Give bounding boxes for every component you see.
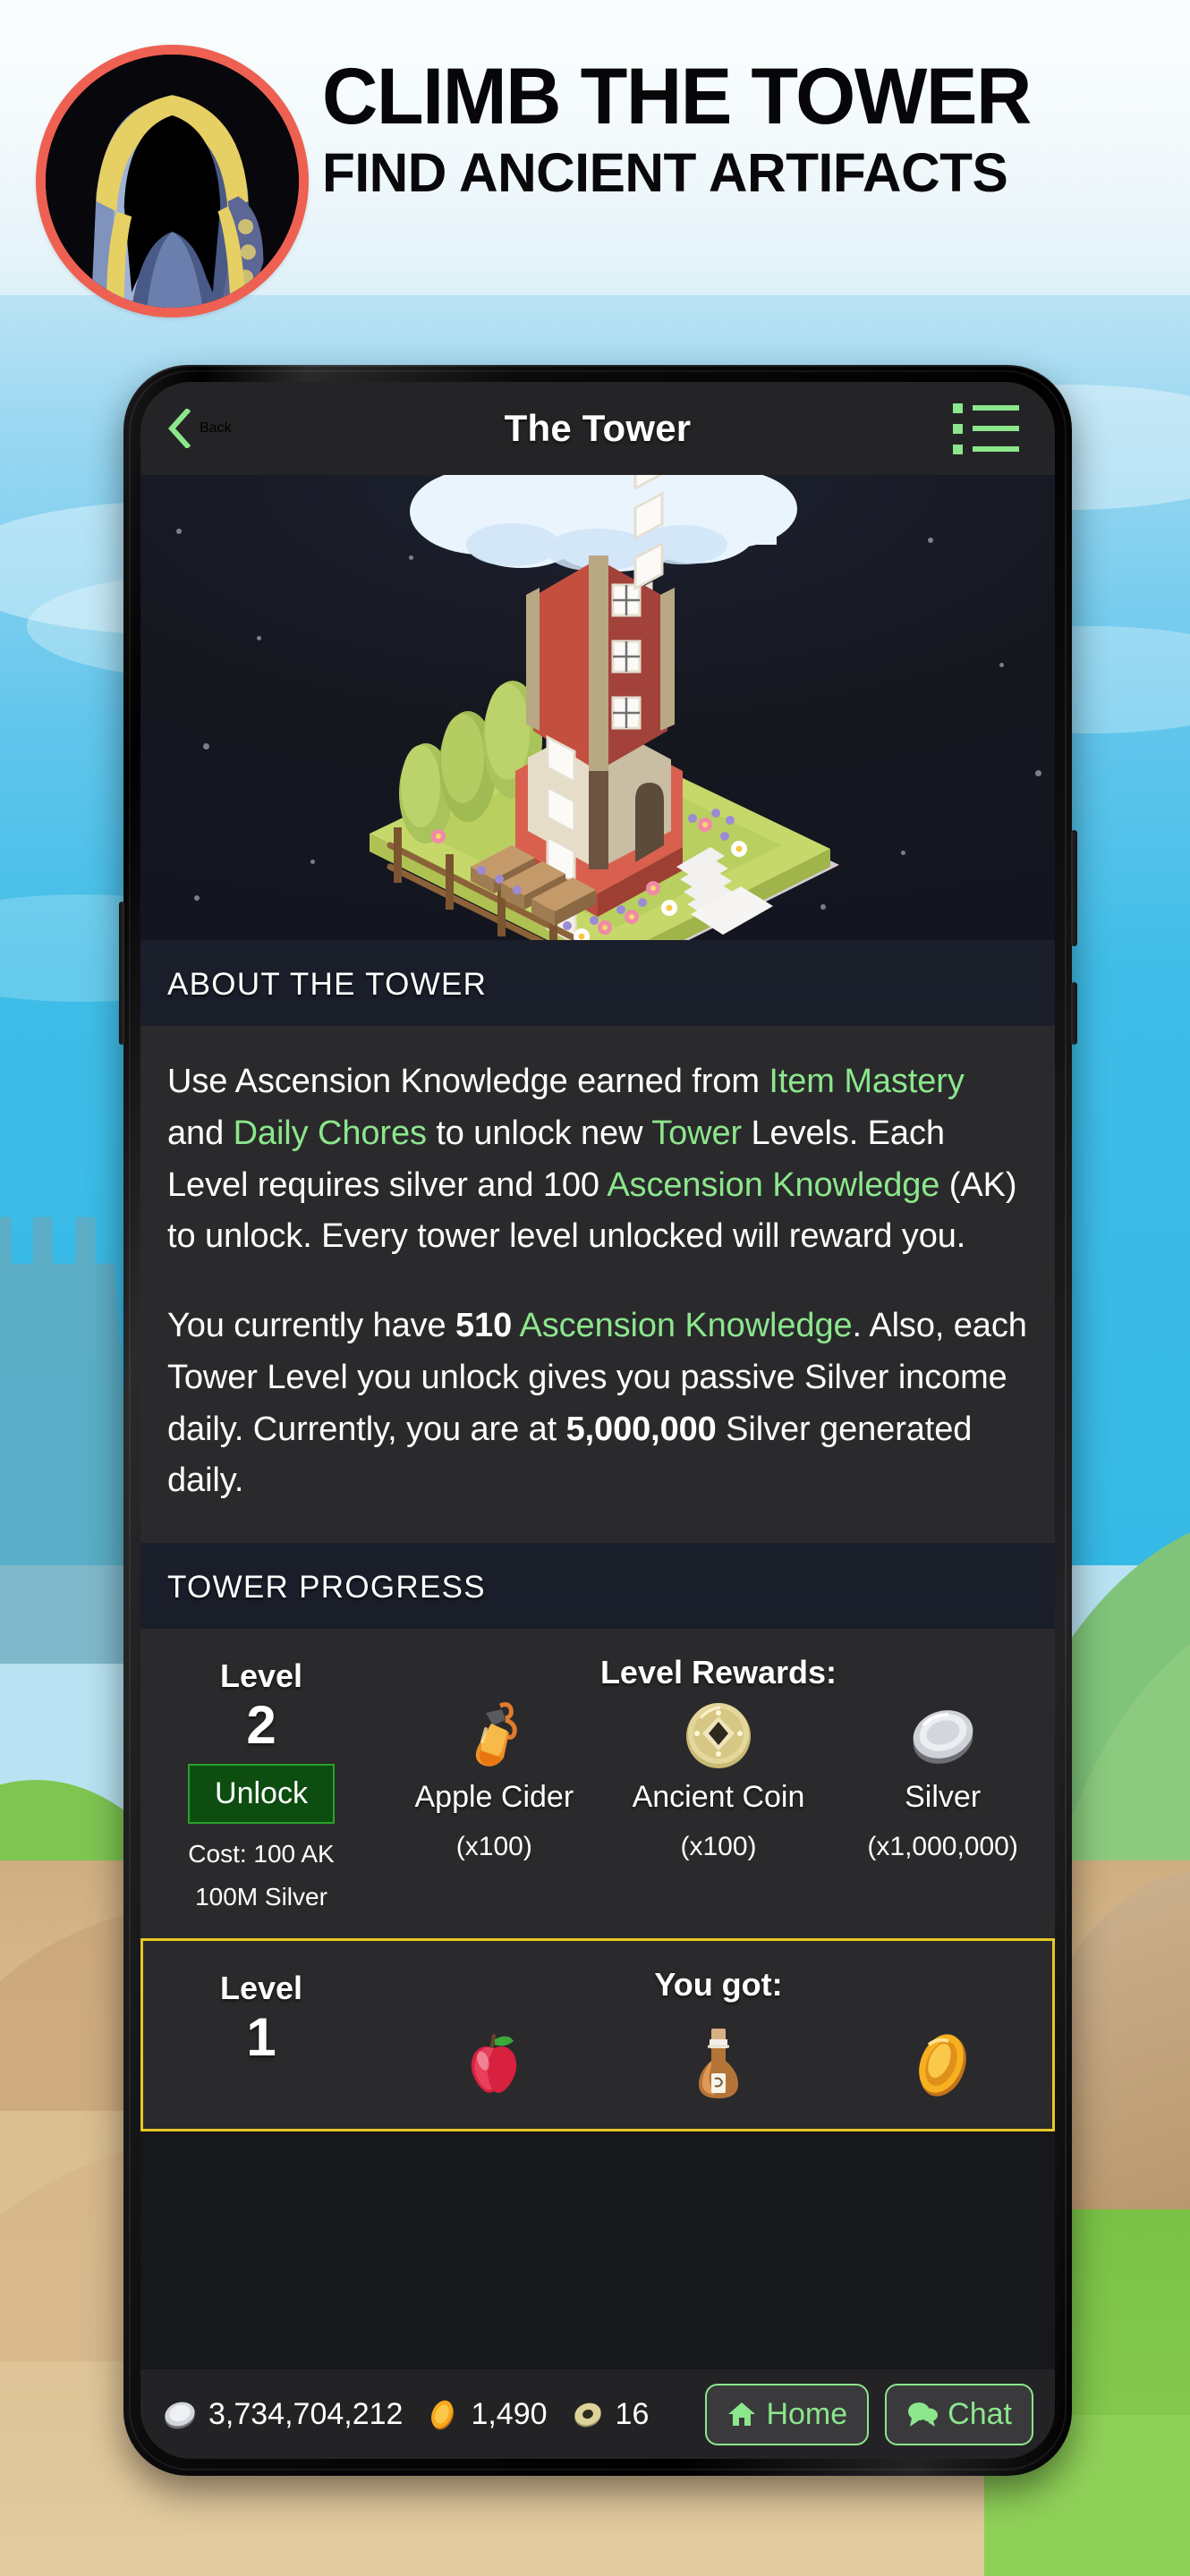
link-ascension-knowledge[interactable]: Ascension Knowledge [607,1166,939,1204]
reward-qty: (x100) [680,1832,757,1862]
about-p1-text2: and [167,1114,234,1152]
link-item-mastery[interactable]: Item Mastery [769,1063,965,1100]
unlock-button[interactable]: Unlock [188,1764,335,1825]
level-word: Level [219,1657,303,1694]
currency-silver: 3,734,704,212 [162,2397,403,2432]
progress-section-header: TOWER PROGRESS [140,1543,1055,1629]
app-content-scroll[interactable]: ABOUT THE TOWER Use Ascension Knowledge … [140,475,1055,2369]
chat-button[interactable]: Chat [885,2383,1033,2445]
list-menu-icon[interactable] [953,402,1019,454]
phone-side-button-left [119,902,124,1045]
phone-volume-button [1071,830,1077,946]
bottom-status-bar: 3,734,704,212 1,490 16 Home Chat [140,2369,1055,2459]
rewards-column: You got: [382,1966,1055,2102]
reward-item: Silver (x1,000,000) [832,1697,1054,1862]
silver-daily-amount: 5,000,000 [565,1410,717,1448]
about-section-header: ABOUT THE TOWER [140,940,1055,1026]
gold-coin-icon [431,2400,455,2430]
tower-hero [140,475,1055,940]
about-paragraph-1: Use Ascension Knowledge earned from Item… [167,1056,1028,1263]
level-word: Level [219,1970,303,2007]
level-column: Level 1 [140,1966,382,2067]
back-button-label: Back [200,420,232,436]
silver-coin-icon [165,2402,195,2429]
progress-section-title: TOWER PROGRESS [167,1570,486,1605]
chat-button-label: Chat [948,2396,1012,2431]
silver-coin-icon [832,1697,1054,1772]
about-p1-text3: to unlock new [426,1114,652,1152]
about-paragraph-2: You currently have 510 Ascension Knowled… [167,1301,1028,1507]
link-daily-chores[interactable]: Daily Chores [234,1114,427,1152]
back-button[interactable]: Back [167,409,232,448]
currency-gold: 1,490 [426,2396,548,2432]
reward-name: Ancient Coin [632,1780,805,1814]
menu-row [953,402,1019,413]
gold-amount: 1,490 [471,2396,548,2431]
rewards-header: You got: [654,1966,783,2004]
about-section-title: ABOUT THE TOWER [167,967,488,1002]
cost-silver-label: 100M Silver [195,1883,327,1911]
silver-amount: 3,734,704,212 [208,2396,404,2431]
tower-progress-list: Level 2 Unlock Cost: 100 AK 100M Silver … [140,1629,1055,2132]
isometric-tower-illustration [370,475,839,940]
reward-item [832,2027,1054,2102]
rewards-column: Level Rewards: Apple Cider (x100) Ancien… [382,1654,1055,1862]
tower-level-row[interactable]: Level 2 Unlock Cost: 100 AK 100M Silver … [140,1629,1055,1938]
rewards-row: Apple Cider (x100) Ancient Coin (x100) S… [382,1697,1055,1862]
navbar-title: The Tower [504,407,692,449]
brand-text-block: CLIMB THE TOWER FIND ANCIENT ARTIFACTS [322,55,1136,201]
about-p1-text1: Use Ascension Knowledge earned from [167,1063,769,1100]
phone-power-button [1071,982,1077,1045]
chevron-left-icon [167,409,191,448]
apple-cider-bottle-icon [383,1697,605,1772]
about-card: Use Ascension Knowledge earned from Item… [140,1026,1055,1543]
reward-name: Silver [905,1780,982,1814]
link-ascension-knowledge-2[interactable]: Ascension Knowledge [520,1307,853,1344]
rewards-row [382,2027,1055,2102]
link-tower[interactable]: Tower [651,1114,742,1152]
phone-screen: Back The Tower ABOUT THE TOWER Use Ascen… [140,382,1055,2459]
reward-item: Apple Cider (x100) [383,1697,605,1862]
home-icon [728,2402,756,2426]
reward-name: Apple Cider [414,1780,574,1814]
tower-level-row[interactable]: Level 1 You got: [140,1938,1055,2132]
home-button-label: Home [766,2396,848,2431]
about-p2-text1: You currently have [167,1307,456,1344]
ancient-coin-amount: 16 [615,2396,650,2431]
rewards-header: Level Rewards: [599,1654,837,1690]
reward-qty: (x100) [455,1832,532,1862]
gold-coin-icon [832,2027,1054,2102]
cost-ak-label: Cost: 100 AK [188,1840,335,1868]
currency-ancient-coin: 16 [571,2396,650,2432]
page-subtitle: FIND ANCIENT ARTIFACTS [322,141,1008,203]
avatar-image [46,55,299,308]
ancient-coin-icon [574,2402,601,2428]
potion-bottle-icon [608,2027,829,2102]
about-p2-space [512,1307,519,1344]
reward-qty: (x1,000,000) [867,1832,1018,1862]
brand-header: CLIMB THE TOWER FIND ANCIENT ARTIFACTS [0,0,1190,318]
menu-row [953,423,1019,434]
home-button[interactable]: Home [705,2383,870,2445]
app-navbar: Back The Tower [140,382,1055,475]
ancient-coin-icon [608,1697,829,1772]
level-number: 1 [246,2007,276,2068]
reward-item [383,2027,605,2102]
level-column: Level 2 Unlock Cost: 100 AK 100M Silver [140,1654,382,1911]
reward-item [608,2027,829,2102]
menu-row [953,444,1019,454]
avatar [36,45,309,318]
level-number: 2 [246,1695,276,1755]
chat-bubble-icon [908,2402,939,2427]
page-title: CLIMB THE TOWER [322,51,1032,140]
reward-item: Ancient Coin (x100) [608,1697,829,1862]
apple-icon [383,2027,605,2102]
phone-mockup: Back The Tower ABOUT THE TOWER Use Ascen… [119,365,1077,2476]
ak-amount: 510 [455,1307,513,1344]
hooded-figure-avatar-icon [46,55,299,308]
